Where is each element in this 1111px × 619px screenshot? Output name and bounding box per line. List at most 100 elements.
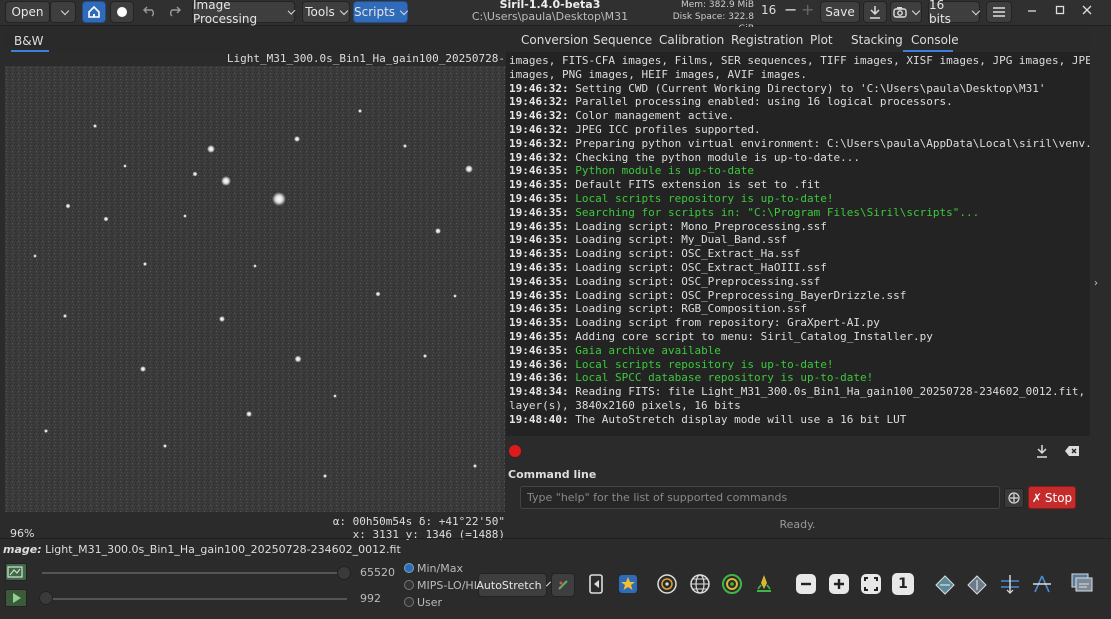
minimize-button[interactable] xyxy=(1027,4,1037,18)
play-button[interactable] xyxy=(5,589,27,607)
console-timestamp: 19:46:35: xyxy=(509,191,569,205)
command-help-button[interactable] xyxy=(1004,488,1024,508)
save-log-button[interactable] xyxy=(1036,444,1048,461)
console-message: Loading script: OSC_Preprocessing_BayerD… xyxy=(575,288,907,302)
low-slider-handle[interactable] xyxy=(39,591,53,605)
image-label: mage: xyxy=(3,543,42,556)
rocket-icon xyxy=(757,575,771,592)
zoom-one-button[interactable]: 1 xyxy=(890,571,916,597)
image-info-button[interactable] xyxy=(1070,571,1096,597)
zoom-in-button[interactable] xyxy=(826,571,852,597)
low-value[interactable]: 992 xyxy=(360,592,381,605)
zoom-fit-button[interactable] xyxy=(858,571,884,597)
palette-icon xyxy=(558,580,568,590)
divider xyxy=(0,538,1111,539)
open-button[interactable]: Open xyxy=(5,1,50,23)
close-button[interactable] xyxy=(1082,4,1092,18)
console-timestamp: 19:46:35: xyxy=(509,316,569,330)
console-message: JPEG ICC profiles supported. xyxy=(575,122,761,136)
clear-log-button[interactable] xyxy=(1064,445,1080,460)
console-message: Searching for scripts in: "C:\Program Fi… xyxy=(575,205,980,219)
home-button[interactable] xyxy=(82,1,106,23)
mirror-y-button[interactable] xyxy=(1029,571,1055,597)
console-message: Setting CWD (Current Working Directory) … xyxy=(575,81,1046,95)
console-timestamp: 19:46:36: xyxy=(509,357,569,371)
image-processing-menu[interactable]: Image Processing xyxy=(192,0,296,26)
tab-calibration[interactable]: Calibration xyxy=(659,33,724,47)
save-label: Save xyxy=(825,5,855,19)
save-button[interactable]: Save xyxy=(820,1,860,23)
zoom-one-label: 1 xyxy=(892,573,914,595)
tab-registration[interactable]: Registration xyxy=(731,33,803,47)
live-stack-button[interactable] xyxy=(110,1,134,23)
stop-button[interactable]: ✗ Stop xyxy=(1028,486,1076,509)
radio-minmax-label: Min/Max xyxy=(417,562,463,575)
color-map-button[interactable] xyxy=(551,573,575,597)
minimize-icon xyxy=(1028,10,1036,12)
circle-icon xyxy=(117,7,127,17)
zoom-out-button[interactable] xyxy=(793,571,819,597)
celestial-coordinates: α: 00h50m54s δ: +41°22'50" xyxy=(332,515,505,528)
tab-stacking[interactable]: Stacking xyxy=(851,33,903,47)
photometry-button[interactable] xyxy=(615,571,641,597)
astrometry-button[interactable] xyxy=(687,571,713,597)
tab-console[interactable]: Console xyxy=(911,33,959,47)
bit-depth-dropdown[interactable]: 16 bits xyxy=(928,0,981,26)
console-message: Preparing python virtual environment: C:… xyxy=(575,136,1090,150)
record-icon[interactable] xyxy=(509,445,521,457)
rocket-button[interactable] xyxy=(751,571,777,597)
target-button[interactable] xyxy=(719,571,745,597)
low-slider-track[interactable] xyxy=(42,598,347,600)
tab-plot[interactable]: Plot xyxy=(810,33,833,47)
save-as-button[interactable] xyxy=(863,1,887,23)
open-label: Open xyxy=(11,5,44,19)
maximize-button[interactable] xyxy=(1055,4,1065,18)
panel-tabs: Conversion Sequence Calibration Registra… xyxy=(506,27,1090,53)
high-slider-handle[interactable] xyxy=(337,566,351,580)
play-icon xyxy=(13,593,21,603)
console-message: Local SPCC database repository is up-to-… xyxy=(575,371,874,385)
rotate-left-button[interactable] xyxy=(932,571,958,597)
radio-mips[interactable] xyxy=(404,580,414,590)
console-timestamp: 19:46:35: xyxy=(509,164,569,178)
tools-label: Tools xyxy=(305,5,335,19)
tab-bw[interactable]: B&W xyxy=(5,28,505,53)
threads-decrement-button[interactable]: − xyxy=(784,0,797,19)
snapshot-button[interactable] xyxy=(890,1,922,23)
tab-sequence[interactable]: Sequence xyxy=(593,33,652,47)
rotate-right-button[interactable] xyxy=(964,571,990,597)
main-menu-button[interactable] xyxy=(986,1,1012,23)
radio-user[interactable] xyxy=(404,597,414,607)
image-canvas[interactable] xyxy=(5,66,505,512)
threads-increment-button[interactable]: + xyxy=(801,0,814,19)
layers-icon xyxy=(1071,573,1093,592)
console-line: 19:46:35: Loading script: RGB_Compositio… xyxy=(509,302,1087,316)
histogram-button[interactable] xyxy=(5,563,27,581)
menu-icon xyxy=(993,7,1005,17)
radio-minmax[interactable] xyxy=(404,563,414,573)
redo-button[interactable] xyxy=(166,3,182,22)
command-input[interactable] xyxy=(520,486,1000,509)
console-line: 19:46:35: Default FITS extension is set … xyxy=(509,178,1087,192)
open-dropdown-button[interactable] xyxy=(50,1,76,23)
tab-conversion[interactable]: Conversion xyxy=(521,33,588,47)
high-slider-track[interactable] xyxy=(42,572,347,574)
console-message: Loading script: Mono_Preprocessing.ssf xyxy=(575,219,827,233)
collapse-panel-icon[interactable]: › xyxy=(1094,278,1098,289)
console-timestamp: 19:46:32: xyxy=(509,109,569,123)
scripts-menu[interactable]: Scripts xyxy=(353,1,409,23)
undo-button[interactable] xyxy=(142,3,158,22)
threads-value[interactable]: 16 xyxy=(761,3,776,17)
crosshair-icon xyxy=(1008,492,1020,504)
flip-button[interactable] xyxy=(584,571,610,597)
mirror-x-button[interactable] xyxy=(997,571,1023,597)
tools-menu[interactable]: Tools xyxy=(302,1,350,23)
tab-bw-label: B&W xyxy=(14,34,44,48)
high-value[interactable]: 65520 xyxy=(360,566,395,579)
dynamic-psf-button[interactable] xyxy=(654,571,680,597)
zoom-in-icon xyxy=(829,574,849,594)
console-timestamp: 19:48:40: xyxy=(509,412,569,426)
rotate-right-icon xyxy=(967,575,987,595)
stretch-dropdown[interactable]: AutoStretch xyxy=(476,573,551,597)
stop-label: Stop xyxy=(1044,490,1073,505)
